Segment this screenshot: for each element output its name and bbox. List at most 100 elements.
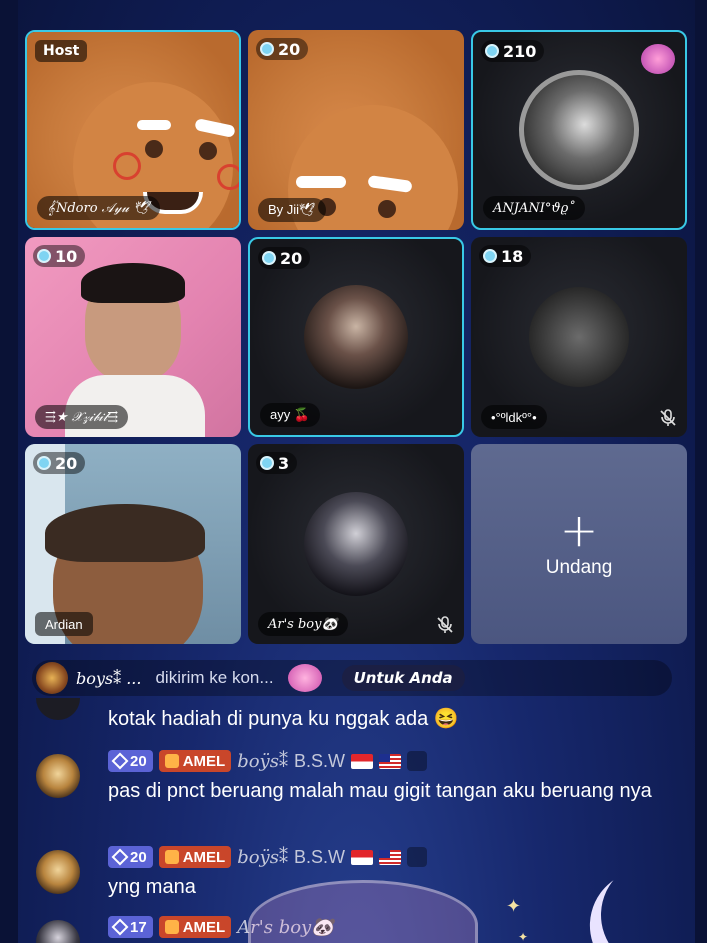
viewer-count: 210 bbox=[481, 40, 545, 62]
coin-icon bbox=[260, 42, 274, 56]
coin-icon bbox=[37, 249, 51, 263]
coin-icon bbox=[483, 249, 497, 263]
message-text: yng mana bbox=[108, 876, 196, 898]
seat-name: By Jii🕊 bbox=[258, 198, 326, 222]
seat-4[interactable]: 10 ⇶★ 𝒳𝓏𝒾𝒷𝒾𝓉⇶ bbox=[25, 237, 241, 437]
count-value: 210 bbox=[503, 41, 537, 61]
invite-label: Undang bbox=[545, 557, 613, 578]
person-hair bbox=[81, 263, 185, 303]
person-hair bbox=[45, 504, 205, 562]
heart-gift-icon bbox=[287, 664, 322, 692]
level-value: 20 bbox=[130, 848, 147, 866]
level-value: 20 bbox=[130, 752, 147, 770]
star-icon: ✦ bbox=[518, 930, 529, 943]
seat-name: ayy 🍒 bbox=[260, 403, 321, 427]
left-edge bbox=[0, 0, 18, 943]
seat-name: Ardian bbox=[35, 612, 93, 636]
right-edge bbox=[695, 0, 707, 943]
heart-icon bbox=[164, 920, 179, 934]
username[interactable]: boÿs⁑ bbox=[237, 847, 288, 868]
heart-gift-animation bbox=[248, 880, 478, 943]
seat-6[interactable]: 18 •°ºldkº°• bbox=[471, 237, 687, 437]
seat-name: ANJANI°ϑϱ˚ bbox=[483, 196, 585, 220]
plus-icon: + bbox=[559, 503, 599, 557]
count-value: 20 bbox=[278, 39, 301, 59]
viewer-count: 20 bbox=[33, 452, 86, 474]
flag-indonesia-icon bbox=[350, 753, 373, 769]
club-badge: AMEL bbox=[158, 846, 232, 868]
count-value: 3 bbox=[278, 453, 290, 473]
level-badge: 20 bbox=[108, 846, 153, 868]
avatar[interactable] bbox=[36, 754, 80, 798]
count-value: 18 bbox=[501, 246, 524, 266]
level-badge: 20 bbox=[108, 750, 153, 772]
star-icon: ✦ bbox=[506, 896, 522, 917]
seat-3[interactable]: 210 ANJANI°ϑϱ˚ bbox=[471, 30, 687, 230]
avatar[interactable] bbox=[36, 920, 80, 943]
seat-5[interactable]: 20 ayy 🍒 bbox=[248, 237, 464, 437]
seat-8[interactable]: 3 Ar's boy🐼 bbox=[248, 444, 464, 644]
flag-indonesia-icon bbox=[350, 849, 373, 865]
club-name: AMEL bbox=[182, 752, 226, 770]
avatar bbox=[36, 698, 80, 720]
viewer-count: 20 bbox=[256, 38, 309, 60]
seat-7[interactable]: 20 Ardian bbox=[25, 444, 241, 644]
moon-decoration bbox=[586, 845, 695, 943]
avatar[interactable] bbox=[36, 850, 80, 894]
invite-button[interactable]: + Undang bbox=[471, 444, 687, 644]
diamond-icon bbox=[111, 918, 129, 936]
club-badge: AMEL bbox=[158, 916, 232, 938]
count-value: 20 bbox=[55, 453, 78, 473]
message-text: pas di pnct beruang malah mau gigit tang… bbox=[108, 780, 652, 802]
level-badge: 17 bbox=[108, 916, 153, 938]
viewer-count: 10 bbox=[33, 245, 86, 267]
mic-off-icon bbox=[660, 409, 676, 426]
heart-icon bbox=[164, 754, 179, 768]
avatar bbox=[304, 285, 408, 389]
coin-icon bbox=[37, 456, 51, 470]
coin-icon bbox=[485, 44, 499, 58]
club-name: AMEL bbox=[182, 848, 226, 866]
people-icon bbox=[406, 847, 427, 867]
count-value: 10 bbox=[55, 246, 78, 266]
user-badges: 20 AMEL boÿs⁑ B.S.W bbox=[108, 750, 427, 772]
user-badges: 20 AMEL boÿs⁑ B.S.W bbox=[108, 846, 427, 868]
notice-sender: boys⁑ ... bbox=[76, 668, 142, 688]
notice-message: dikirim ke kon... bbox=[155, 668, 274, 687]
message-text: kotak hadiah di punya ku nggak ada 😆 bbox=[108, 708, 459, 730]
viewer-count: 20 bbox=[258, 247, 311, 269]
seat-name: ⇶★ 𝒳𝓏𝒾𝒷𝒾𝓉⇶ bbox=[35, 405, 129, 429]
seat-name: Ar's boy🐼 bbox=[258, 612, 348, 636]
diamond-icon bbox=[111, 848, 129, 866]
seat-host[interactable]: Host 𝄟Ndoro 𝒜𝓎𝓊 🕊 bbox=[25, 30, 241, 230]
flag-malaysia-icon bbox=[378, 753, 401, 769]
host-badge: Host bbox=[35, 40, 88, 62]
viewer-count: 3 bbox=[256, 452, 298, 474]
user-emblem bbox=[36, 662, 68, 694]
level-value: 17 bbox=[130, 918, 147, 936]
coin-icon bbox=[262, 251, 276, 265]
count-value: 20 bbox=[280, 248, 303, 268]
club-name: AMEL bbox=[182, 918, 226, 936]
flag-malaysia-icon bbox=[378, 849, 401, 865]
people-icon bbox=[406, 751, 427, 771]
heart-gift-icon bbox=[641, 44, 675, 74]
username[interactable]: boÿs⁑ bbox=[237, 751, 288, 772]
avatar bbox=[519, 70, 639, 190]
mic-off-icon bbox=[437, 616, 453, 633]
avatar bbox=[529, 287, 629, 387]
gift-notice[interactable]: boys⁑ ... dikirim ke kon... Untuk Anda bbox=[32, 660, 672, 696]
seat-2[interactable]: 20 By Jii🕊 bbox=[248, 30, 464, 230]
seat-name: •°ºldkº°• bbox=[481, 405, 547, 429]
username-suffix: B.S.W bbox=[293, 750, 345, 771]
live-room: Host 𝄟Ndoro 𝒜𝓎𝓊 🕊 20 By Jii🕊 210 ANJANI°… bbox=[18, 0, 695, 943]
coin-icon bbox=[260, 456, 274, 470]
heart-icon bbox=[164, 850, 179, 864]
diamond-icon bbox=[111, 752, 129, 770]
viewer-count: 18 bbox=[479, 245, 532, 267]
seat-name: 𝄟Ndoro 𝒜𝓎𝓊 🕊 bbox=[37, 196, 160, 220]
avatar bbox=[304, 492, 408, 596]
club-badge: AMEL bbox=[158, 750, 232, 772]
username-suffix: B.S.W bbox=[293, 846, 345, 867]
for-you-tag[interactable]: Untuk Anda bbox=[341, 665, 465, 691]
